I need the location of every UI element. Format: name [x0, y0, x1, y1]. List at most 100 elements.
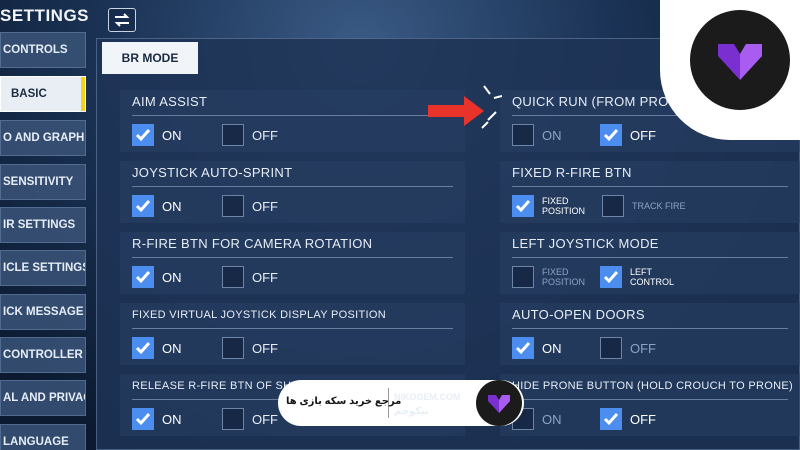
checkbox-checked[interactable] [600, 408, 622, 430]
sidebar-item-controller[interactable]: CONTROLLER [0, 337, 86, 373]
sidebar-item-label: SENSITIVITY [3, 176, 74, 188]
setting-rfire-camera-rotation: R-FIRE BTN FOR CAMERA ROTATION ON OFF [120, 232, 465, 294]
option-label: OFF [630, 127, 656, 143]
option-label: ON [162, 411, 182, 427]
swap-layout-button[interactable] [108, 8, 136, 32]
check-icon [515, 342, 531, 355]
checkbox-checked[interactable] [600, 266, 622, 288]
checkbox[interactable] [222, 408, 244, 430]
sidebar-item-basic[interactable]: BASIC [0, 76, 86, 112]
setting-title: AUTO-OPEN DOORS [512, 307, 645, 322]
option-on[interactable]: ON [132, 124, 182, 146]
sidebar: CONTROLS BASIC O AND GRAPHICS SENSITIVIT… [0, 32, 86, 450]
check-icon [603, 271, 619, 284]
check-icon [515, 200, 531, 213]
sidebar-item-label: CONTROLLER [3, 349, 83, 361]
option-on[interactable]: ON [132, 266, 182, 288]
checkbox-checked[interactable] [132, 266, 154, 288]
checkbox-checked[interactable] [512, 195, 534, 217]
option-off[interactable]: OFF [600, 337, 656, 359]
option-off[interactable]: OFF [222, 195, 278, 217]
setting-title: LEFT JOYSTICK MODE [512, 236, 659, 251]
sidebar-item-label: CONTROLS [3, 44, 68, 56]
check-icon [135, 271, 151, 284]
sidebar-item-language[interactable]: LANGUAGE [0, 424, 86, 450]
option-label: OFF [630, 340, 656, 356]
setting-title: AIM ASSIST [132, 94, 208, 109]
option-off[interactable]: OFF [222, 408, 278, 430]
checkbox-checked[interactable] [132, 195, 154, 217]
option-label: TRACK FIRE [632, 201, 686, 211]
option-track-fire[interactable]: TRACK FIRE [602, 195, 692, 217]
option-label: ON [162, 340, 182, 356]
setting-title: R-FIRE BTN FOR CAMERA ROTATION [132, 236, 373, 251]
tab-br-mode[interactable]: BR MODE [102, 42, 198, 74]
setting-title: FIXED VIRTUAL JOYSTICK DISPLAY POSITION [132, 309, 386, 321]
watermark-tagline: مرجع خرید سکه بازی ها [286, 396, 402, 407]
option-off[interactable]: OFF [600, 124, 656, 146]
divider [132, 115, 453, 116]
checkbox-checked[interactable] [512, 337, 534, 359]
option-on[interactable]: ON [132, 408, 182, 430]
option-label: ON [162, 127, 182, 143]
sidebar-item-audio-graphics[interactable]: O AND GRAPHICS [0, 120, 86, 156]
checkbox-checked[interactable] [132, 337, 154, 359]
option-left-control[interactable]: LEFT CONTROL [600, 266, 690, 288]
option-on[interactable]: ON [512, 124, 562, 146]
check-icon [603, 129, 619, 142]
checkbox[interactable] [600, 337, 622, 359]
option-on[interactable]: ON [512, 337, 562, 359]
option-off[interactable]: OFF [600, 408, 656, 430]
checkbox[interactable] [512, 124, 534, 146]
nikogem-logo [690, 10, 790, 110]
checkbox[interactable] [512, 266, 534, 288]
setting-auto-open-doors: AUTO-OPEN DOORS ON OFF [500, 303, 800, 365]
sidebar-item-label: BASIC [11, 88, 47, 100]
divider [512, 328, 788, 329]
option-on[interactable]: ON [132, 337, 182, 359]
option-label: FIXED POSITION [542, 196, 586, 216]
option-fixed-position[interactable]: FIXED POSITION [512, 266, 602, 288]
option-off[interactable]: OFF [222, 124, 278, 146]
option-label: OFF [252, 411, 278, 427]
check-icon [135, 342, 151, 355]
option-label: OFF [630, 411, 656, 427]
red-arrow-icon [428, 96, 484, 126]
divider [512, 257, 788, 258]
divider [512, 186, 788, 187]
heart-logo-icon [488, 395, 510, 413]
option-on[interactable]: ON [132, 195, 182, 217]
checkbox[interactable] [222, 195, 244, 217]
checkbox[interactable] [602, 195, 624, 217]
option-fixed-position[interactable]: FIXED POSITION [512, 195, 602, 217]
sidebar-item-controls[interactable]: CONTROLS [0, 32, 86, 68]
option-label: OFF [252, 269, 278, 285]
option-label: ON [542, 340, 562, 356]
checkbox[interactable] [222, 124, 244, 146]
checkbox[interactable] [222, 266, 244, 288]
checkbox-checked[interactable] [132, 124, 154, 146]
option-label: OFF [252, 198, 278, 214]
sidebar-item-vehicle-settings[interactable]: ICLE SETTINGS [0, 250, 86, 286]
sidebar-item-quick-message[interactable]: ICK MESSAGE [0, 294, 86, 330]
highlight-sparks-icon [481, 85, 502, 129]
option-off[interactable]: OFF [222, 266, 278, 288]
checkbox[interactable] [222, 337, 244, 359]
sidebar-item-legal-privacy[interactable]: AL AND PRIVACY [0, 380, 86, 416]
sidebar-item-label: ICLE SETTINGS [3, 262, 86, 274]
check-icon [135, 200, 151, 213]
sidebar-item-label: ICK MESSAGE [3, 306, 84, 318]
setting-joystick-auto-sprint: JOYSTICK AUTO-SPRINT ON OFF [120, 161, 465, 223]
sidebar-item-sensitivity[interactable]: SENSITIVITY [0, 164, 86, 200]
option-label: ON [542, 127, 562, 143]
watermark-logo [476, 380, 522, 426]
checkbox-checked[interactable] [132, 408, 154, 430]
setting-title: JOYSTICK AUTO-SPRINT [132, 165, 293, 180]
option-off[interactable]: OFF [222, 337, 278, 359]
checkbox-checked[interactable] [600, 124, 622, 146]
setting-fixed-virtual-joystick: FIXED VIRTUAL JOYSTICK DISPLAY POSITION … [120, 303, 465, 365]
sidebar-item-pair-settings[interactable]: IR SETTINGS [0, 207, 86, 243]
option-label: OFF [252, 127, 278, 143]
setting-hide-prone-button: HIDE PRONE BUTTON (HOLD CROUCH TO PRONE)… [500, 374, 800, 436]
divider [512, 399, 788, 400]
